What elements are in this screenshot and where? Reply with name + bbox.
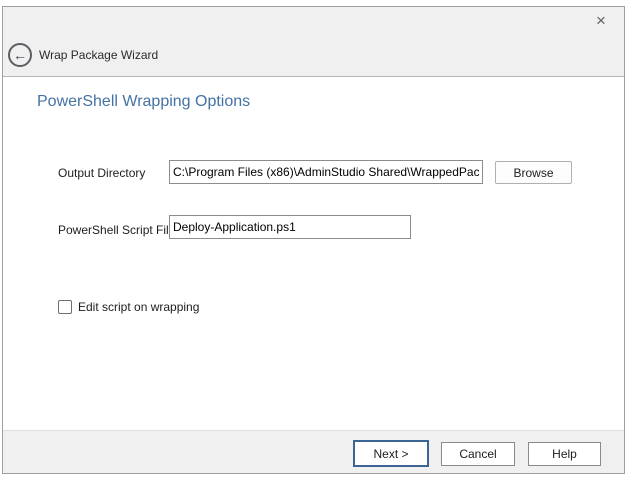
wrap-package-wizard-window: × ← Wrap Package Wizard PowerShell Wrapp… [2, 6, 625, 474]
back-button[interactable]: ← [8, 43, 32, 67]
powershell-script-file-input[interactable] [169, 215, 411, 239]
output-directory-input[interactable] [169, 160, 483, 184]
back-arrow-icon: ← [13, 48, 27, 62]
edit-script-row: Edit script on wrapping [58, 300, 199, 314]
browse-button[interactable]: Browse [495, 161, 572, 184]
page-title: PowerShell Wrapping Options [37, 93, 250, 111]
output-directory-label: Output Directory [58, 166, 145, 180]
help-button[interactable]: Help [528, 442, 601, 466]
edit-script-checkbox-label[interactable]: Edit script on wrapping [78, 300, 199, 314]
wizard-header: × ← Wrap Package Wizard [3, 7, 624, 77]
wizard-title: Wrap Package Wizard [39, 48, 158, 62]
close-icon[interactable]: × [590, 9, 612, 31]
next-button[interactable]: Next > [353, 440, 429, 467]
edit-script-checkbox[interactable] [58, 300, 72, 314]
cancel-button[interactable]: Cancel [441, 442, 515, 466]
powershell-script-file-label: PowerShell Script File [58, 223, 175, 237]
